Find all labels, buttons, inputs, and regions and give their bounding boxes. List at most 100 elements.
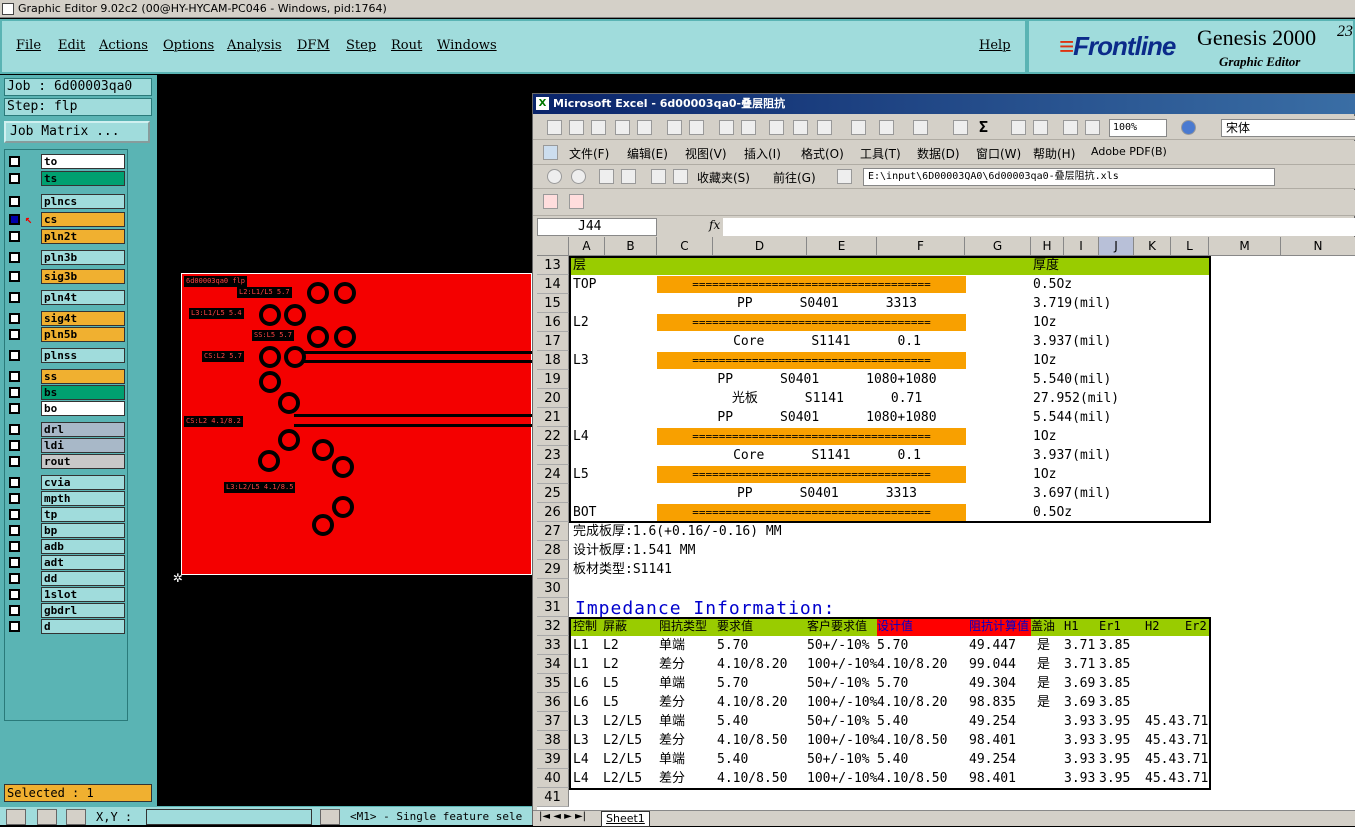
cell[interactable]: 3.71 [1064,655,1095,674]
layer-checkbox[interactable] [9,156,20,167]
layer-checkbox[interactable] [9,557,20,568]
row-header[interactable]: 18 [537,351,569,370]
layer-row-pln3b[interactable]: pln3b [7,250,127,265]
column-header-M[interactable]: M [1209,237,1281,256]
column-header-H[interactable]: H [1031,237,1064,256]
graphic-canvas[interactable]: 6d00003qa0 flp L2:L1/L5 5.7 L3:L1/L5 5.4… [157,75,534,806]
row-header[interactable]: 34 [537,655,569,674]
cell[interactable]: 单端 [659,712,685,731]
layer-row-ts[interactable]: ts [7,171,127,186]
cell[interactable]: 4.10/8.20 [717,693,787,712]
cell[interactable]: 1Oz [1033,465,1056,484]
copper-layer-bar[interactable]: ==================================== [657,314,966,331]
column-header-G[interactable]: G [965,237,1031,256]
layer-row-d[interactable]: d [7,619,127,634]
cell[interactable]: 4.10/8.50 [877,769,947,788]
menu-windows[interactable]: Windows [437,38,497,53]
cell[interactable]: Core S1141 0.1 [677,332,977,351]
layer-row-tp[interactable]: tp [7,507,127,522]
name-box[interactable]: J44 [537,218,657,236]
cell[interactable]: 3.71 [1177,712,1208,731]
cell[interactable]: 层 [573,256,586,275]
cell[interactable]: 4.10/8.50 [877,731,947,750]
cell[interactable]: 3.95 [1099,731,1130,750]
menu-file[interactable]: File [16,38,41,53]
layer-row-pln4t[interactable]: pln4t [7,290,127,305]
layer-row-sig4t[interactable]: sig4t [7,311,127,326]
layer-row-pln5b[interactable]: pln5b [7,327,127,342]
column-header-C[interactable]: C [657,237,713,256]
cell[interactable]: 差分 [659,769,685,788]
cell[interactable]: 98.835 [969,693,1016,712]
layer-checkbox[interactable] [9,271,20,282]
layer-row-ldi[interactable]: ldi [7,438,127,453]
cell[interactable]: 3.937(mil) [1033,446,1111,465]
stop-icon[interactable] [599,169,614,184]
layer-checkbox[interactable] [9,329,20,340]
layer-checkbox[interactable] [9,231,20,242]
cell[interactable]: 是 [1037,674,1050,693]
favorites-menu[interactable]: 收藏夹(S) [697,169,750,186]
select-all-corner[interactable] [537,237,569,256]
row-header[interactable]: 26 [537,503,569,522]
cell[interactable]: 3.85 [1099,674,1130,693]
cell[interactable]: BOT [573,503,596,522]
cell[interactable]: H1 [1064,617,1078,636]
row-header[interactable]: 13 [537,256,569,275]
menu-data-cn[interactable]: 数据(D) [917,145,960,162]
cell[interactable]: PP S0401 3313 [677,484,977,503]
cell[interactable]: 5.40 [717,750,748,769]
sort-descending-icon[interactable] [1033,120,1048,135]
row-header[interactable]: 23 [537,446,569,465]
cell[interactable]: 3.93 [1064,712,1095,731]
cell[interactable]: 99.044 [969,655,1016,674]
row-header[interactable]: 20 [537,389,569,408]
cell[interactable]: 是 [1037,693,1050,712]
layer-row-cvia[interactable]: cvia [7,475,127,490]
layer-checkbox[interactable] [9,313,20,324]
autosum-icon[interactable]: Σ [979,118,988,136]
cell[interactable]: 1Oz [1033,351,1056,370]
cell[interactable]: L6 [573,693,589,712]
search-web-icon[interactable] [673,169,688,184]
show-web-toolbar-icon[interactable] [837,169,852,184]
hyperlink-icon[interactable] [953,120,968,135]
cell[interactable]: 3.85 [1099,693,1130,712]
layer-checkbox[interactable] [9,541,20,552]
layer-row-plnss[interactable]: plnss [7,348,127,363]
cell[interactable]: 4.10/8.20 [877,655,947,674]
cell[interactable]: 3.71 [1177,731,1208,750]
cell[interactable]: PP S0401 3313 [677,294,977,313]
cell[interactable]: 3.93 [1064,731,1095,750]
cell[interactable]: L4 [573,769,589,788]
row-header[interactable]: 22 [537,427,569,446]
cell[interactable]: 4.10/8.50 [717,731,787,750]
cell[interactable]: 50+/-10% [807,674,870,693]
cell[interactable]: PP S0401 1080+1080 [677,370,977,389]
cell[interactable]: L1 [573,655,589,674]
menu-format-cn[interactable]: 格式(O) [801,145,844,162]
row-header[interactable]: 28 [537,541,569,560]
layer-checkbox[interactable] [9,589,20,600]
row-header[interactable]: 36 [537,693,569,712]
layer-row-bp[interactable]: bp [7,523,127,538]
spelling-icon[interactable] [719,120,734,135]
row-header[interactable]: 39 [537,750,569,769]
cell[interactable]: 50+/-10% [807,636,870,655]
cell[interactable]: 单端 [659,636,685,655]
menu-insert-cn[interactable]: 插入(I) [744,145,781,162]
row-header[interactable]: 37 [537,712,569,731]
cell[interactable]: 45.4 [1145,731,1176,750]
cell[interactable]: 3.719(mil) [1033,294,1111,313]
cell[interactable]: Er2 [1185,617,1207,636]
cell[interactable]: 5.70 [877,674,908,693]
layer-checkbox[interactable] [9,403,20,414]
layer-name[interactable]: to [41,154,125,169]
layer-name[interactable]: pln3b [41,250,125,265]
layer-name[interactable]: bp [41,523,125,538]
cell[interactable]: 49.304 [969,674,1016,693]
cell[interactable]: 客户要求值 [807,617,867,636]
cell[interactable]: L4 [573,750,589,769]
layer-checkbox[interactable] [9,509,20,520]
menu-edit[interactable]: Edit [58,38,85,53]
